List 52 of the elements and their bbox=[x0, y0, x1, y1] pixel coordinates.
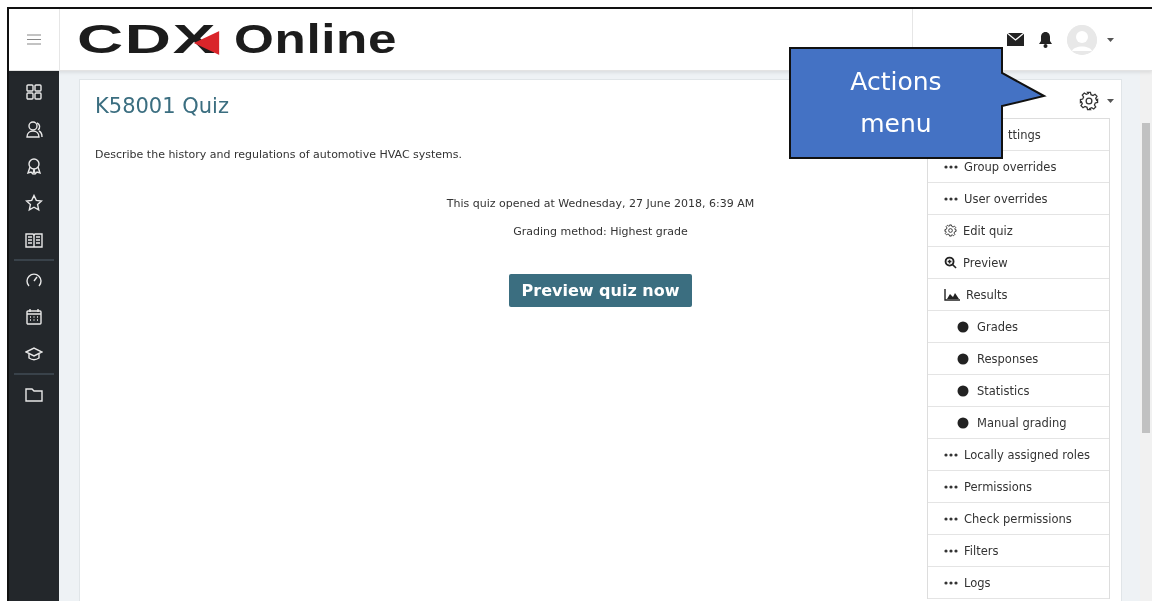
scrollbar[interactable] bbox=[1140, 71, 1152, 601]
menu-item[interactable]: Manual grading bbox=[928, 407, 1109, 439]
menu-icon[interactable] bbox=[27, 34, 41, 45]
bullet-icon bbox=[957, 320, 969, 333]
menu-item[interactable]: Grades bbox=[928, 311, 1109, 343]
logo-mark: CDX bbox=[77, 17, 217, 62]
award-icon[interactable] bbox=[25, 157, 43, 175]
menu-item[interactable]: Edit quiz bbox=[928, 215, 1109, 247]
menu-item[interactable]: Results bbox=[928, 279, 1109, 311]
menu-item[interactable]: Preview bbox=[928, 247, 1109, 279]
bell-icon[interactable] bbox=[1038, 31, 1053, 48]
quiz-info-text: Grading method: Highest grade bbox=[513, 225, 688, 238]
menu-item[interactable]: User overrides bbox=[928, 183, 1109, 215]
caret-icon[interactable] bbox=[1107, 37, 1114, 42]
callout-text: Actions menu bbox=[850, 66, 942, 140]
graduation-cap-icon[interactable] bbox=[25, 345, 43, 363]
people-icon[interactable] bbox=[25, 120, 43, 138]
quiz-title: K58001 Quiz bbox=[95, 94, 229, 118]
folder-icon[interactable] bbox=[25, 385, 43, 403]
area-chart-icon bbox=[944, 288, 960, 301]
zoom-in-icon bbox=[944, 256, 957, 269]
star-icon[interactable] bbox=[25, 194, 43, 212]
mail-icon[interactable] bbox=[1007, 33, 1024, 46]
book-icon[interactable] bbox=[25, 231, 43, 249]
menu-item[interactable]: Check permissions bbox=[928, 503, 1109, 535]
logo-text: Online bbox=[234, 17, 398, 62]
caret-icon[interactable] bbox=[1107, 99, 1114, 103]
bullet-icon bbox=[957, 384, 969, 397]
quiz-info-text: This quiz opened at Wednesday, 27 June 2018, 6:39 AM bbox=[446, 197, 755, 210]
menu-item[interactable]: Permissions bbox=[928, 471, 1109, 503]
menu-item[interactable]: Locally assigned roles bbox=[928, 439, 1109, 471]
bullet-icon bbox=[957, 352, 969, 365]
gear-icon[interactable] bbox=[1079, 91, 1099, 111]
ellipsis-icon bbox=[944, 484, 958, 489]
ellipsis-icon bbox=[944, 516, 958, 521]
menu-item[interactable]: ttings bbox=[1008, 127, 1041, 142]
menu-item[interactable]: Logs bbox=[928, 567, 1109, 599]
grid-icon[interactable] bbox=[25, 83, 43, 101]
menu-item[interactable]: Filters bbox=[928, 535, 1109, 567]
menu-item[interactable]: Responses bbox=[928, 343, 1109, 375]
menu-item[interactable]: Statistics bbox=[928, 375, 1109, 407]
bullet-icon bbox=[957, 416, 969, 429]
ellipsis-icon bbox=[944, 452, 958, 457]
ellipsis-icon bbox=[944, 580, 958, 585]
preview-quiz-button[interactable]: Preview quiz now bbox=[508, 274, 693, 307]
calendar-icon[interactable] bbox=[25, 308, 43, 326]
quiz-description: Describe the history and regulations of automotive HVAC systems. bbox=[95, 148, 464, 161]
ellipsis-icon bbox=[944, 196, 958, 201]
ellipsis-icon bbox=[944, 164, 958, 169]
ellipsis-icon bbox=[944, 548, 958, 553]
gear-icon bbox=[944, 224, 957, 237]
gauge-icon[interactable] bbox=[25, 271, 43, 289]
